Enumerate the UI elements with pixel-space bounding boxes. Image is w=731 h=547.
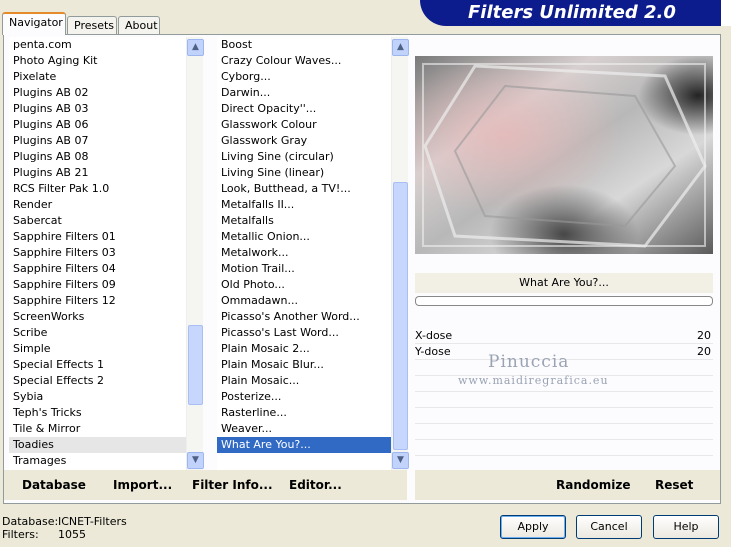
list-item[interactable]: Picasso's Another Word...	[217, 309, 392, 325]
category-scrollbar[interactable]: ▲ ▼	[186, 37, 204, 470]
status-filters-value: 1055	[58, 528, 86, 541]
list-item[interactable]: Tramages	[9, 453, 186, 469]
list-item[interactable]: Sapphire Filters 04	[9, 261, 186, 277]
parameter-list: X-dose 20 Y-dose 20	[415, 328, 713, 456]
list-item[interactable]: Pixelate	[9, 69, 186, 85]
randomize-button[interactable]: Randomize	[556, 478, 630, 492]
list-item[interactable]: Metallic Onion...	[217, 229, 392, 245]
list-item[interactable]: Plugins AB 03	[9, 101, 186, 117]
editor-button[interactable]: Editor...	[289, 478, 342, 492]
list-item[interactable]: Plugins AB 06	[9, 117, 186, 133]
list-item[interactable]: Toadies	[9, 437, 186, 453]
list-item[interactable]: Picasso's Last Word...	[217, 325, 392, 341]
tab-about[interactable]: About	[118, 16, 160, 34]
import-button[interactable]: Import...	[113, 478, 172, 492]
watermark-name: Pinuccia	[488, 352, 570, 372]
param-label: X-dose	[415, 329, 453, 342]
list-item[interactable]: Metalfalls	[217, 213, 392, 229]
app-banner-title: Filters Unlimited 2.0	[420, 0, 731, 26]
help-button[interactable]: Help	[653, 515, 719, 539]
status-database-label: Database:	[2, 515, 59, 528]
scroll-up-icon[interactable]: ▲	[392, 39, 409, 56]
list-item[interactable]: RCS Filter Pak 1.0	[9, 181, 186, 197]
list-item[interactable]: Look, Butthead, a TV!...	[217, 181, 392, 197]
list-item[interactable]: Weaver...	[217, 421, 392, 437]
param-row-empty	[415, 408, 713, 424]
param-row-xdose[interactable]: X-dose 20	[415, 328, 713, 344]
status-database-value: ICNET-Filters	[58, 515, 127, 528]
list-item[interactable]: Sapphire Filters 12	[9, 293, 186, 309]
list-item[interactable]: Darwin...	[217, 85, 392, 101]
apply-button[interactable]: Apply	[500, 515, 566, 539]
list-item[interactable]: Metalwork...	[217, 245, 392, 261]
list-item[interactable]: Plugins AB 07	[9, 133, 186, 149]
watermark-url: www.maidiregrafica.eu	[458, 374, 609, 387]
list-item[interactable]: Render	[9, 197, 186, 213]
list-item[interactable]: Simple	[9, 341, 186, 357]
tab-navigator[interactable]: Navigator	[2, 12, 66, 35]
param-row-empty	[415, 440, 713, 456]
list-item[interactable]: Direct Opacity''...	[217, 101, 392, 117]
status-filters-label: Filters:	[2, 528, 39, 541]
param-value[interactable]: 20	[697, 328, 711, 344]
list-item[interactable]: Glasswork Gray	[217, 133, 392, 149]
tab-presets[interactable]: Presets	[67, 16, 117, 34]
list-item[interactable]: Plain Mosaic 2...	[217, 341, 392, 357]
category-scroll-thumb[interactable]	[188, 325, 203, 405]
list-item[interactable]: Plain Mosaic...	[217, 373, 392, 389]
list-item[interactable]: Motion Trail...	[217, 261, 392, 277]
scroll-down-icon[interactable]: ▼	[187, 452, 204, 469]
list-item[interactable]: ScreenWorks	[9, 309, 186, 325]
preview-image	[415, 56, 713, 254]
list-item[interactable]: Plugins AB 21	[9, 165, 186, 181]
list-item[interactable]: Boost	[217, 37, 392, 53]
list-item[interactable]: Sabercat	[9, 213, 186, 229]
list-item[interactable]: Scribe	[9, 325, 186, 341]
list-item[interactable]: Plain Mosaic Blur...	[217, 357, 392, 373]
list-item[interactable]: Metalfalls II...	[217, 197, 392, 213]
list-item[interactable]: Living Sine (circular)	[217, 149, 392, 165]
category-list[interactable]: penta.com Photo Aging Kit Pixelate Plugins …	[9, 37, 186, 470]
status-database: Database: ICNET-Filters	[2, 515, 127, 528]
filter-info-button[interactable]: Filter Info...	[192, 478, 273, 492]
list-item[interactable]: Old Photo...	[217, 277, 392, 293]
param-label: Y-dose	[415, 345, 451, 358]
list-item[interactable]: Posterize...	[217, 389, 392, 405]
param-row-empty	[415, 392, 713, 408]
list-item[interactable]: Sapphire Filters 03	[9, 245, 186, 261]
param-row-empty	[415, 424, 713, 440]
list-item[interactable]: Sapphire Filters 09	[9, 277, 186, 293]
list-item[interactable]: Sapphire Filters 01	[9, 229, 186, 245]
list-item[interactable]: Crazy Colour Waves...	[217, 53, 392, 69]
progress-bar	[415, 296, 713, 306]
reset-button[interactable]: Reset	[655, 478, 693, 492]
list-item[interactable]: Teph's Tricks	[9, 405, 186, 421]
filter-list[interactable]: Boost Crazy Colour Waves... Cyborg... Darwi…	[217, 37, 392, 470]
list-item[interactable]: Living Sine (linear)	[217, 165, 392, 181]
filter-scroll-thumb[interactable]	[393, 182, 408, 450]
list-item[interactable]: Rasterline...	[217, 405, 392, 421]
list-item[interactable]: Photo Aging Kit	[9, 53, 186, 69]
list-item[interactable]: What Are You?...	[217, 437, 392, 453]
status-filters: Filters: 1055	[2, 528, 86, 541]
effect-name-label: What Are You?...	[415, 273, 713, 293]
list-item[interactable]: Ommadawn...	[217, 293, 392, 309]
list-item[interactable]: Special Effects 1	[9, 357, 186, 373]
scroll-up-icon[interactable]: ▲	[187, 39, 204, 56]
cancel-button[interactable]: Cancel	[576, 515, 642, 539]
list-item[interactable]: Cyborg...	[217, 69, 392, 85]
list-item[interactable]: Sybia	[9, 389, 186, 405]
list-item[interactable]: Special Effects 2	[9, 373, 186, 389]
database-button[interactable]: Database	[22, 478, 86, 492]
scroll-down-icon[interactable]: ▼	[392, 452, 409, 469]
list-item[interactable]: Tile & Mirror	[9, 421, 186, 437]
list-item[interactable]: Plugins AB 02	[9, 85, 186, 101]
list-item[interactable]: penta.com	[9, 37, 186, 53]
filter-scrollbar[interactable]: ▲ ▼	[391, 37, 409, 470]
param-value[interactable]: 20	[697, 344, 711, 360]
list-item[interactable]: Glasswork Colour	[217, 117, 392, 133]
list-item[interactable]: Plugins AB 08	[9, 149, 186, 165]
